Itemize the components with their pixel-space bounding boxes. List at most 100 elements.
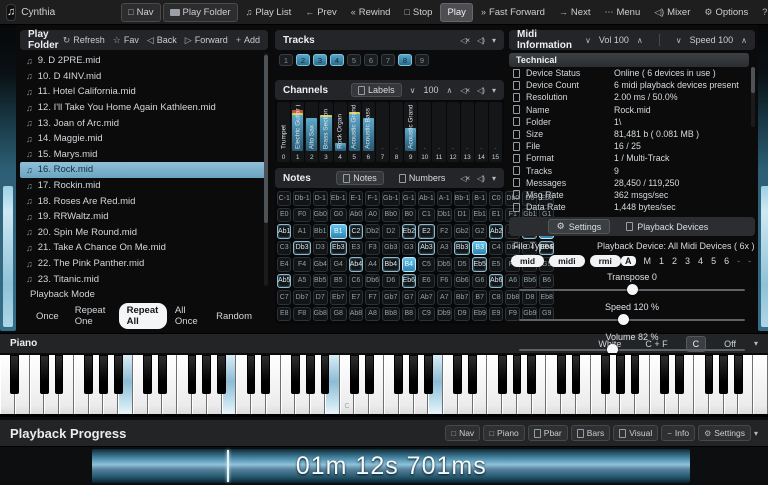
file-list-item[interactable]: ♫12. I'll Take You Home Again Kathleen.m… [20,100,268,116]
channels-volume-up-icon[interactable]: ∧ [446,86,452,95]
note-cell-e7[interactable]: E7 [349,290,363,305]
note-cell-bb8[interactable]: Bb8 [382,307,400,322]
toolbar-button-play-folder[interactable]: Play Folder [163,3,238,22]
file-list-item[interactable]: ♫14. Maggie.mid [20,131,268,147]
piano-black-key-a-2[interactable] [217,355,226,394]
refresh-button[interactable]: ↻Refresh [63,35,105,46]
speed-up-icon[interactable]: ∧ [741,36,747,45]
channels-volume-down-icon[interactable]: ∨ [410,86,416,95]
slider-thumb[interactable] [618,314,629,325]
piano-black-key-d-3[interactable] [261,355,270,394]
track-chip-3[interactable]: 3 [313,54,327,66]
track-chip-1[interactable]: 1 [279,54,293,66]
device-button-m[interactable]: M [644,256,652,266]
note-cell-c4[interactable]: C4 [489,241,503,256]
note-cell-f-1[interactable]: F-1 [365,191,380,206]
note-cell-eb9[interactable]: Eb9 [472,307,486,322]
toolbar-button-options[interactable]: ⚙Options [698,4,754,21]
channel-column-3[interactable]: Brass Section3 [319,102,332,162]
track-chip-9[interactable]: 9 [415,54,429,66]
piano-black-key-a-4[interactable] [424,355,433,394]
piano-black-key-g-3[interactable] [306,355,315,394]
device-button-3[interactable]: 3 [685,256,690,266]
note-cell-c9[interactable]: C9 [418,307,435,322]
piano-black-key-g-5[interactable] [513,355,522,394]
note-cell-g4[interactable]: G4 [330,257,347,272]
note-cell-d9[interactable]: D9 [454,307,471,322]
notes-dropdown-icon[interactable]: ▾ [492,174,496,183]
note-cell-g3[interactable]: G3 [402,241,416,256]
note-cell-d5[interactable]: D5 [454,257,471,272]
transpose-slider[interactable] [519,283,745,297]
tracks-dropdown-icon[interactable]: ▾ [492,36,496,45]
note-cell-e1[interactable]: E1 [489,208,503,223]
device-button-1[interactable]: 1 [659,256,664,266]
piano-black-key-a-3[interactable] [321,355,330,394]
note-cell-gb4[interactable]: Gb4 [313,257,328,272]
piano-black-key-d-5[interactable] [468,355,477,394]
note-cell-c5[interactable]: C5 [418,257,435,272]
note-cell-ab1[interactable]: Ab1 [277,224,291,239]
piano-black-key-g-2[interactable] [202,355,211,394]
note-cell-db2[interactable]: Db2 [365,224,380,239]
file-list-item[interactable]: ♫10. D 4INV.mid [20,69,268,85]
note-cell-eb5[interactable]: Eb5 [472,257,486,272]
progress-button-piano[interactable]: □Piano [483,425,525,441]
note-cell-e4[interactable]: E4 [277,257,291,272]
channels-dropdown-icon[interactable]: ▾ [492,86,496,95]
speed-down-icon[interactable]: ∨ [676,36,682,45]
note-cell-d-1[interactable]: D-1 [313,191,328,206]
toolbar-button-mixer[interactable]: ◁)Mixer [648,4,696,21]
toolbar-button-help[interactable]: ?Help [756,4,768,21]
playback-devices-button[interactable]: Playback Devices [618,221,716,233]
piano-black-key-f-4[interactable] [394,355,403,394]
device-button-a[interactable]: A [621,256,636,266]
note-cell-a0[interactable]: A0 [365,208,380,223]
note-cell-bb4[interactable]: Bb4 [382,257,400,272]
track-chip-4[interactable]: 4 [330,54,344,66]
channel-column-6[interactable]: Acoustic Bass6 [362,102,375,162]
note-cell-a7[interactable]: A7 [437,290,452,305]
file-list-item[interactable]: ♫9. D 2PRE.mid [20,53,268,69]
note-cell-gb-1[interactable]: Gb-1 [382,191,400,206]
channel-column-11[interactable]: -11 [432,102,445,162]
note-cell-a1[interactable]: A1 [293,224,310,239]
note-cell-ab-1[interactable]: Ab-1 [418,191,435,206]
note-cell-bb7[interactable]: Bb7 [454,290,471,305]
piano-black-key-c-6[interactable] [557,355,566,394]
note-cell-ab0[interactable]: Ab0 [349,208,363,223]
note-cell-bb0[interactable]: Bb0 [382,208,400,223]
file-list-item[interactable]: ♫15. Marys.mid [20,147,268,163]
channel-column-8[interactable]: -8 [390,102,403,162]
note-cell-db3[interactable]: Db3 [293,241,310,256]
note-cell-db9[interactable]: Db9 [437,307,452,322]
piano-black-key-a-7[interactable] [734,355,743,394]
channel-column-4[interactable]: Rock Organ4 [334,102,347,162]
tracks-mute-icon[interactable]: ◁× [460,36,469,45]
piano-black-key-d-6[interactable] [572,355,581,394]
file-type-pill-rmi[interactable]: rmi [590,255,621,267]
device-button-5[interactable]: 5 [711,256,716,266]
note-cell-b1[interactable]: B1 [330,224,347,239]
numbers-mode-button[interactable]: Numbers [392,171,453,185]
toolbar-button-rewind[interactable]: «Rewind [345,4,397,21]
note-cell-g0[interactable]: G0 [330,208,347,223]
piano-white-key-c8[interactable] [753,355,768,414]
note-cell-d3[interactable]: D3 [313,241,328,256]
note-cell-ab2[interactable]: Ab2 [489,224,503,239]
file-list-item[interactable]: ♫23. Titanic.mid [20,271,268,286]
track-chip-8[interactable]: 8 [398,54,412,66]
progress-dropdown-icon[interactable]: ▾ [754,429,758,438]
piano-black-key-d-7[interactable] [675,355,684,394]
note-cell-gb0[interactable]: Gb0 [313,208,328,223]
file-list-item[interactable]: ♫18. Roses Are Red.mid [20,193,268,209]
note-cell-gb2[interactable]: Gb2 [454,224,471,239]
channel-column-12[interactable]: -12 [447,102,460,162]
note-cell-f8[interactable]: F8 [293,307,310,322]
note-cell-a4[interactable]: A4 [365,257,380,272]
note-cell-g7[interactable]: G7 [402,290,416,305]
note-cell-e3[interactable]: E3 [349,241,363,256]
note-cell-e8[interactable]: E8 [277,307,291,322]
channels-labels-button[interactable]: Labels [351,83,402,97]
piano-black-key-f-7[interactable] [705,355,714,394]
